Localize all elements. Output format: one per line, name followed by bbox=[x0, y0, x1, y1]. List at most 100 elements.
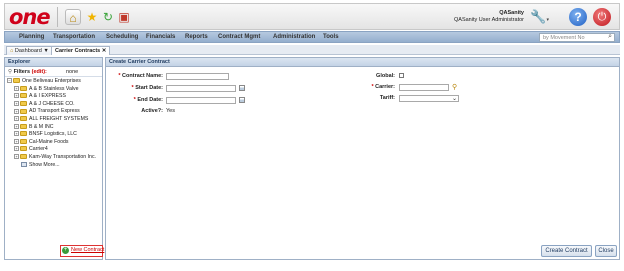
collapse-icon[interactable]: − bbox=[7, 78, 12, 84]
explorer-panel: Explorer ⚲ Filters (edit): none − One Bel… bbox=[4, 57, 104, 260]
search-icon[interactable]: ⌕ bbox=[608, 33, 612, 41]
folder-icon bbox=[13, 78, 20, 84]
end-date-label: * End Date: bbox=[134, 96, 163, 104]
active-value: Yes bbox=[166, 108, 175, 114]
movement-search-input[interactable]: by Movement No ⌕ bbox=[539, 33, 615, 42]
settings-wrench-icon[interactable]: 🔧▾ bbox=[530, 10, 549, 27]
tab-dashboard[interactable]: ⌂ Dashboard ▼ bbox=[6, 46, 53, 55]
tab-bar: ⌂ Dashboard ▼ Carrier Contracts ✕ bbox=[4, 45, 620, 55]
user-info: QASanity QASanity User Administrator bbox=[454, 10, 524, 24]
chevron-down-icon[interactable]: ▼ bbox=[43, 48, 48, 54]
contract-name-label-text: Contract Name: bbox=[122, 73, 163, 79]
favorites-star-icon[interactable]: ★ bbox=[84, 9, 100, 25]
more-icon bbox=[21, 161, 27, 167]
help-icon[interactable]: ? bbox=[569, 8, 587, 26]
tree-item[interactable]: + A & B Stainless Valve bbox=[7, 86, 102, 94]
expand-icon[interactable]: + bbox=[14, 131, 19, 137]
tree-item-label: AD Transport Express bbox=[29, 108, 80, 115]
start-date-input[interactable] bbox=[166, 85, 236, 92]
tree-item[interactable]: + ALL FREIGHT SYSTEMS bbox=[7, 116, 102, 124]
show-more-label: Show More... bbox=[29, 161, 60, 168]
expand-icon[interactable]: + bbox=[14, 100, 19, 106]
folder-icon bbox=[20, 131, 27, 137]
tree-item[interactable]: + Cal-Maine Foods bbox=[7, 139, 102, 147]
calendar-icon[interactable] bbox=[239, 97, 245, 103]
nav-scheduling[interactable]: Scheduling bbox=[106, 32, 138, 43]
home-icon[interactable]: ⌂ bbox=[65, 9, 81, 25]
logo-divider bbox=[57, 7, 58, 27]
create-contract-button[interactable]: Create Contract bbox=[541, 245, 592, 257]
tree-item[interactable]: + Kam-Way Transportation Inc. bbox=[7, 154, 102, 162]
contract-name-label: * Contract Name: bbox=[118, 72, 163, 80]
expand-icon[interactable]: + bbox=[14, 123, 19, 129]
filters-value: none bbox=[66, 69, 79, 75]
folder-icon bbox=[20, 116, 27, 122]
nav-reports[interactable]: Reports bbox=[185, 32, 208, 43]
expand-icon[interactable]: + bbox=[14, 108, 19, 114]
tree-item[interactable]: + A & J CHEESE CO. bbox=[7, 101, 102, 109]
required-marker: * bbox=[133, 97, 136, 103]
active-label: Active?: bbox=[141, 108, 163, 114]
user-role: QASanity User Administrator bbox=[454, 17, 524, 23]
report-icon[interactable]: ▣ bbox=[116, 9, 132, 25]
filters-label: Filters bbox=[13, 69, 31, 75]
nav-administration[interactable]: Administration bbox=[273, 32, 315, 43]
tree-item[interactable]: + AD Transport Express bbox=[7, 108, 102, 116]
tree-root[interactable]: − One Beliveau Enterprises bbox=[7, 78, 102, 86]
main-navigation: Planning Transportation Scheduling Finan… bbox=[4, 31, 620, 43]
form-title: Create Carrier Contract bbox=[106, 58, 619, 67]
app-header: one ⌂ ★ ↻ ▣ QASanity QASanity User Admin… bbox=[4, 3, 620, 30]
nav-contract-mgmt[interactable]: Contract Mgmt bbox=[218, 32, 260, 43]
required-marker: * bbox=[131, 85, 134, 91]
folder-icon bbox=[20, 146, 27, 152]
expand-icon[interactable]: + bbox=[14, 85, 19, 91]
carrier-tree: − One Beliveau Enterprises + A & B Stainle… bbox=[5, 77, 102, 169]
explorer-title: Explorer bbox=[5, 58, 102, 67]
carrier-label-text: Carrier: bbox=[375, 84, 395, 90]
expand-icon[interactable]: + bbox=[14, 154, 19, 160]
filter-icon: ⚲ bbox=[8, 69, 13, 75]
nav-planning[interactable]: Planning bbox=[19, 32, 44, 43]
new-contract-label: New Contract bbox=[71, 247, 105, 253]
nav-tools[interactable]: Tools bbox=[323, 32, 339, 43]
close-icon[interactable]: ✕ bbox=[102, 48, 107, 54]
global-label: Global: bbox=[376, 73, 395, 79]
tree-item-label: A & J CHEESE CO. bbox=[29, 100, 75, 107]
user-name: QASanity bbox=[499, 10, 524, 16]
calendar-icon[interactable] bbox=[239, 85, 245, 91]
search-placeholder: by Movement No bbox=[543, 35, 585, 41]
nav-financials[interactable]: Financials bbox=[146, 32, 175, 43]
global-checkbox[interactable] bbox=[399, 73, 404, 78]
app-logo[interactable]: one bbox=[9, 6, 51, 28]
close-button[interactable]: Close bbox=[595, 245, 617, 257]
end-date-label-text: End Date: bbox=[137, 97, 163, 103]
expand-icon[interactable]: + bbox=[14, 146, 19, 152]
new-contract-link[interactable]: + New Contract bbox=[62, 246, 104, 254]
contract-name-input[interactable] bbox=[166, 73, 229, 80]
end-date-input[interactable] bbox=[166, 97, 236, 104]
expand-icon[interactable]: + bbox=[14, 116, 19, 122]
tree-item-label: Carrier4 bbox=[29, 146, 48, 153]
filters-edit-link[interactable]: (edit): bbox=[32, 69, 47, 75]
tab-carrier-contracts[interactable]: Carrier Contracts ✕ bbox=[51, 46, 111, 55]
tree-item[interactable]: + B & M INC bbox=[7, 124, 102, 132]
logout-power-icon[interactable]: ⏻ bbox=[593, 8, 611, 26]
show-more-link[interactable]: Show More... bbox=[7, 162, 102, 170]
tree-item[interactable]: + BNSF Logistics, LLC bbox=[7, 131, 102, 139]
tariff-select[interactable]: ⌄ bbox=[399, 95, 459, 102]
expand-icon[interactable]: + bbox=[14, 138, 19, 144]
tab-carrier-contracts-label: Carrier Contracts bbox=[55, 48, 101, 54]
folder-icon bbox=[20, 100, 27, 106]
expand-icon[interactable]: + bbox=[14, 93, 19, 99]
lookup-search-icon[interactable]: ⚲ bbox=[452, 84, 460, 91]
start-date-label: * Start Date: bbox=[132, 84, 163, 92]
tree-item[interactable]: + Carrier4 bbox=[7, 146, 102, 154]
folder-icon bbox=[20, 123, 27, 129]
add-icon: + bbox=[62, 247, 69, 254]
filters-row: ⚲ Filters (edit): none bbox=[5, 67, 102, 77]
folder-icon bbox=[20, 108, 27, 114]
tree-item[interactable]: + A & I EXPRESS bbox=[7, 93, 102, 101]
refresh-icon[interactable]: ↻ bbox=[100, 9, 116, 25]
carrier-input[interactable] bbox=[399, 84, 449, 91]
nav-transportation[interactable]: Transportation bbox=[53, 32, 95, 43]
